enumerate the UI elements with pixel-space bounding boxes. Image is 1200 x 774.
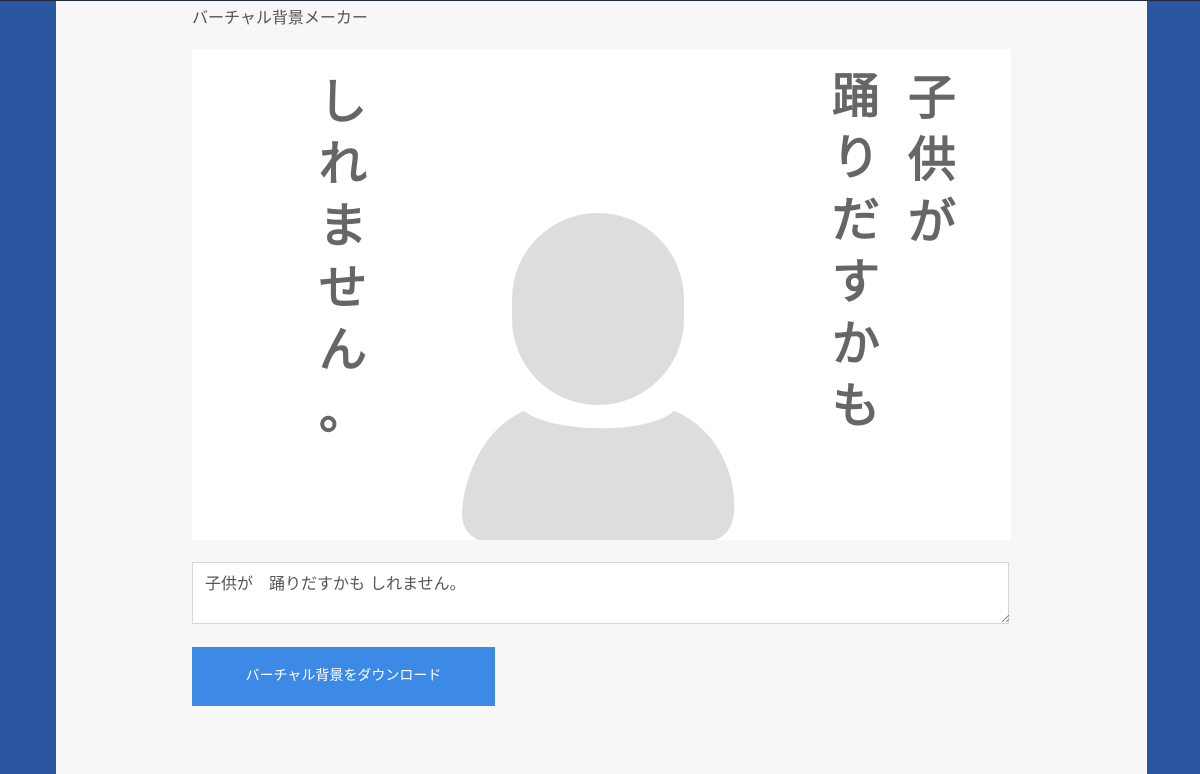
- preview-char: が: [907, 194, 956, 250]
- preview-text-column-3: し れ ま せ ん 。: [313, 71, 373, 443]
- preview-char: 踊: [831, 68, 880, 124]
- preview-char: 子: [907, 70, 956, 126]
- resize-grip-icon[interactable]: [1000, 613, 1010, 623]
- preview-char: 。: [318, 384, 367, 440]
- preview-char: す: [831, 254, 880, 310]
- preview-char: り: [831, 130, 880, 186]
- preview-char: ま: [318, 198, 367, 254]
- preview-char: れ: [318, 136, 367, 192]
- background-preview-canvas: 子 供 が 踊 り だ す か も し れ ま せ ん 。: [192, 49, 1011, 540]
- preview-char: ん: [318, 322, 367, 378]
- preview-char: し: [318, 74, 367, 130]
- preview-text-column-2: 踊 り だ す か も: [826, 65, 886, 437]
- preview-char: か: [831, 316, 880, 372]
- person-silhouette-icon: [462, 213, 735, 540]
- download-background-button[interactable]: バーチャル背景をダウンロード: [192, 647, 495, 706]
- preview-char: も: [831, 378, 880, 434]
- app-title: バーチャル背景メーカー: [192, 8, 368, 27]
- preview-char: せ: [318, 260, 367, 316]
- preview-text-column-1: 子 供 が: [902, 67, 962, 253]
- page-container: バーチャル背景メーカー 子 供 が 踊 り だ す か も し れ ま せ ん …: [56, 1, 1147, 774]
- preview-char: だ: [831, 192, 880, 248]
- message-textarea[interactable]: 子供が 踊りだすかも しれません。: [192, 562, 1009, 624]
- preview-char: 供: [907, 132, 956, 188]
